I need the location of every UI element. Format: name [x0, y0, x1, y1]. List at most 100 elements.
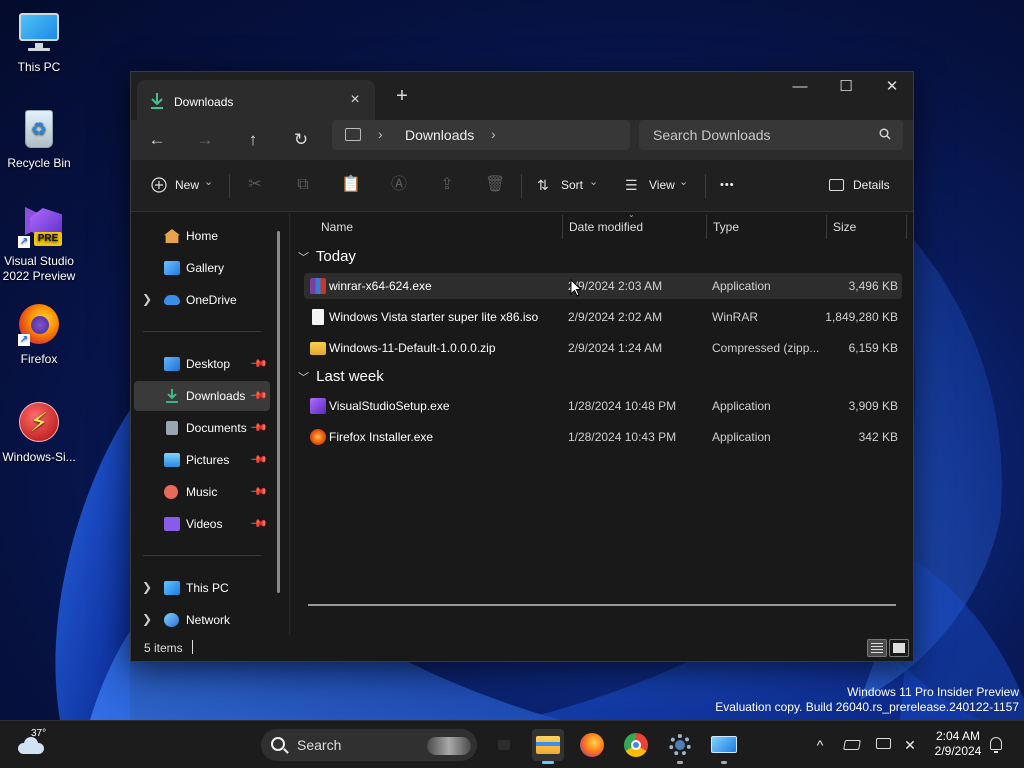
sidebar-item-documents[interactable]: Documents 📌 — [134, 413, 270, 443]
desktop-icon-this-pc[interactable]: This PC — [0, 10, 78, 75]
pin-icon[interactable]: 📌 — [250, 354, 269, 373]
view-icon: ☰ — [625, 177, 638, 193]
title-bar[interactable]: Downloads × + — ☐ ✕ — [131, 72, 913, 120]
back-button[interactable]: ← — [140, 124, 174, 156]
desktop-icon-firefox[interactable]: ↗ Firefox — [0, 302, 78, 367]
file-row[interactable]: Windows Vista starter super lite x86.iso… — [304, 304, 902, 330]
pin-icon[interactable]: 📌 — [250, 418, 269, 437]
new-button[interactable]: New ⌄ — [151, 170, 215, 200]
chrome-taskbar-icon[interactable] — [620, 729, 652, 761]
group-header-today[interactable]: ﹀ Today — [298, 248, 356, 270]
desktop-icon-recycle-bin[interactable]: ♻ Recycle Bin — [0, 106, 78, 171]
sidebar-scrollbar[interactable] — [277, 231, 280, 593]
details-view-button[interactable] — [867, 639, 887, 657]
column-header-size[interactable]: Size — [833, 213, 856, 241]
firefox-installer-icon — [310, 429, 326, 445]
sidebar-item-videos[interactable]: Videos 📌 — [134, 509, 270, 539]
minimize-button[interactable]: — — [777, 72, 823, 102]
file-row[interactable]: Windows-11-Default-1.0.0.0.zip 2/9/2024 … — [304, 335, 902, 361]
firefox-icon: ↗ — [16, 302, 62, 348]
pin-icon[interactable]: 📌 — [250, 450, 269, 469]
file-row[interactable]: Firefox Installer.exe 1/28/2024 10:43 PM… — [304, 424, 902, 450]
details-pane-button[interactable]: Details — [829, 170, 895, 200]
breadcrumb-downloads[interactable]: Downloads — [405, 127, 474, 143]
cut-icon[interactable]: ✂ — [245, 174, 265, 196]
sidebar-item-music[interactable]: Music 📌 — [134, 477, 270, 507]
chevron-right-icon[interactable]: ❯ — [142, 580, 152, 594]
refresh-button[interactable]: ↻ — [284, 124, 318, 156]
chevron-right-icon[interactable]: ❯ — [142, 612, 152, 626]
chevron-right-icon[interactable]: › — [491, 126, 496, 142]
volume-muted-icon[interactable]: ✕ — [900, 735, 920, 755]
rename-icon[interactable]: Ⓐ — [389, 174, 409, 196]
column-header-name[interactable]: Name — [321, 213, 353, 241]
sidebar-item-desktop[interactable]: Desktop 📌 — [134, 349, 270, 379]
sidebar-item-label: Pictures — [186, 453, 230, 467]
breadcrumb[interactable]: › Downloads › — [332, 120, 630, 150]
forward-button[interactable]: → — [188, 124, 222, 156]
cloud-puff — [24, 737, 38, 751]
file-row[interactable]: winrar-x64-624.exe 2/9/2024 2:03 AM Appl… — [304, 273, 902, 299]
zip-folder-icon — [310, 342, 326, 355]
display-icon[interactable] — [874, 735, 894, 755]
taskbar-search[interactable]: Search — [261, 729, 477, 761]
column-divider[interactable] — [706, 215, 707, 239]
sort-button[interactable]: ⇅ Sort ⌄ — [537, 170, 603, 200]
column-divider[interactable] — [826, 215, 827, 239]
tiles-view-button[interactable] — [889, 639, 909, 657]
sidebar-item-gallery[interactable]: Gallery — [134, 253, 270, 283]
file-explorer-taskbar-icon[interactable] — [532, 729, 564, 764]
search-input[interactable] — [653, 126, 863, 144]
weather-widget[interactable]: 37° — [18, 728, 50, 759]
tab-downloads[interactable]: Downloads × — [137, 80, 375, 120]
chevron-right-icon[interactable]: › — [378, 126, 383, 142]
download-arrow-icon — [151, 93, 163, 109]
group-header-last-week[interactable]: ﹀ Last week — [298, 368, 384, 390]
pin-icon[interactable]: 📌 — [250, 514, 269, 533]
sidebar-item-home[interactable]: Home — [134, 221, 270, 251]
status-bar: 5 items — [131, 635, 913, 661]
file-list: Name Date modified ⌄ Type Size ﹀ Today w… — [289, 210, 913, 636]
file-explorer-window: Downloads × + — ☐ ✕ ← → ↑ ↻ › Downloads … — [130, 71, 914, 662]
weather-temp: 37° — [31, 728, 47, 739]
column-divider[interactable] — [562, 215, 563, 239]
settings-taskbar-icon[interactable] — [664, 729, 696, 764]
up-button[interactable]: ↑ — [236, 124, 270, 156]
tab-close-icon[interactable]: × — [345, 90, 365, 110]
firefox-taskbar-icon[interactable] — [576, 729, 608, 761]
task-view-icon[interactable] — [490, 729, 522, 761]
system-clock[interactable]: 2:04 AM 2/9/2024 — [928, 729, 988, 759]
column-header-type[interactable]: Type — [713, 213, 739, 241]
pin-icon[interactable]: 📌 — [250, 386, 269, 405]
pin-icon[interactable]: 📌 — [250, 482, 269, 501]
gallery-icon — [164, 261, 180, 275]
desktop-icon-visual-studio[interactable]: PRE ↗ Visual Studio 2022 Preview — [0, 204, 78, 284]
chevron-right-icon[interactable]: ❯ — [142, 292, 152, 306]
sidebar-item-network[interactable]: ❯ Network — [134, 605, 270, 635]
remote-desktop-taskbar-icon[interactable] — [708, 729, 740, 764]
desktop-icon-windows-si[interactable]: ⚡ Windows-Si... — [0, 400, 78, 465]
new-tab-button[interactable]: + — [389, 84, 415, 110]
notification-bell-icon[interactable] — [986, 735, 1006, 755]
close-window-button[interactable]: ✕ — [869, 72, 915, 102]
show-hidden-icons-button[interactable]: ^ — [810, 735, 830, 755]
copy-icon[interactable]: ⧉ — [293, 174, 313, 196]
network-status-icon[interactable] — [842, 735, 862, 755]
delete-icon[interactable]: 🗑 — [485, 174, 505, 196]
share-icon[interactable]: ⇪ — [437, 174, 457, 196]
search-box[interactable] — [639, 120, 903, 150]
sidebar-item-this-pc[interactable]: ❯ This PC — [134, 573, 270, 603]
horizontal-scrollbar[interactable] — [308, 604, 896, 606]
shortcut-arrow-icon: ↗ — [18, 334, 30, 346]
clock-date: 2/9/2024 — [934, 744, 982, 758]
file-row[interactable]: VisualStudioSetup.exe 1/28/2024 10:48 PM… — [304, 393, 902, 419]
sort-indicator-icon: ⌄ — [628, 210, 635, 219]
sidebar-item-downloads[interactable]: Downloads 📌 — [134, 381, 270, 411]
sidebar-item-onedrive[interactable]: ❯ OneDrive — [134, 285, 270, 315]
more-options-button[interactable]: ••• — [720, 170, 744, 200]
view-button[interactable]: ☰ View ⌄ — [625, 170, 693, 200]
maximize-button[interactable]: ☐ — [823, 72, 869, 102]
paste-icon[interactable]: 📋 — [341, 174, 361, 196]
sidebar-item-pictures[interactable]: Pictures 📌 — [134, 445, 270, 475]
column-divider[interactable] — [906, 215, 907, 239]
